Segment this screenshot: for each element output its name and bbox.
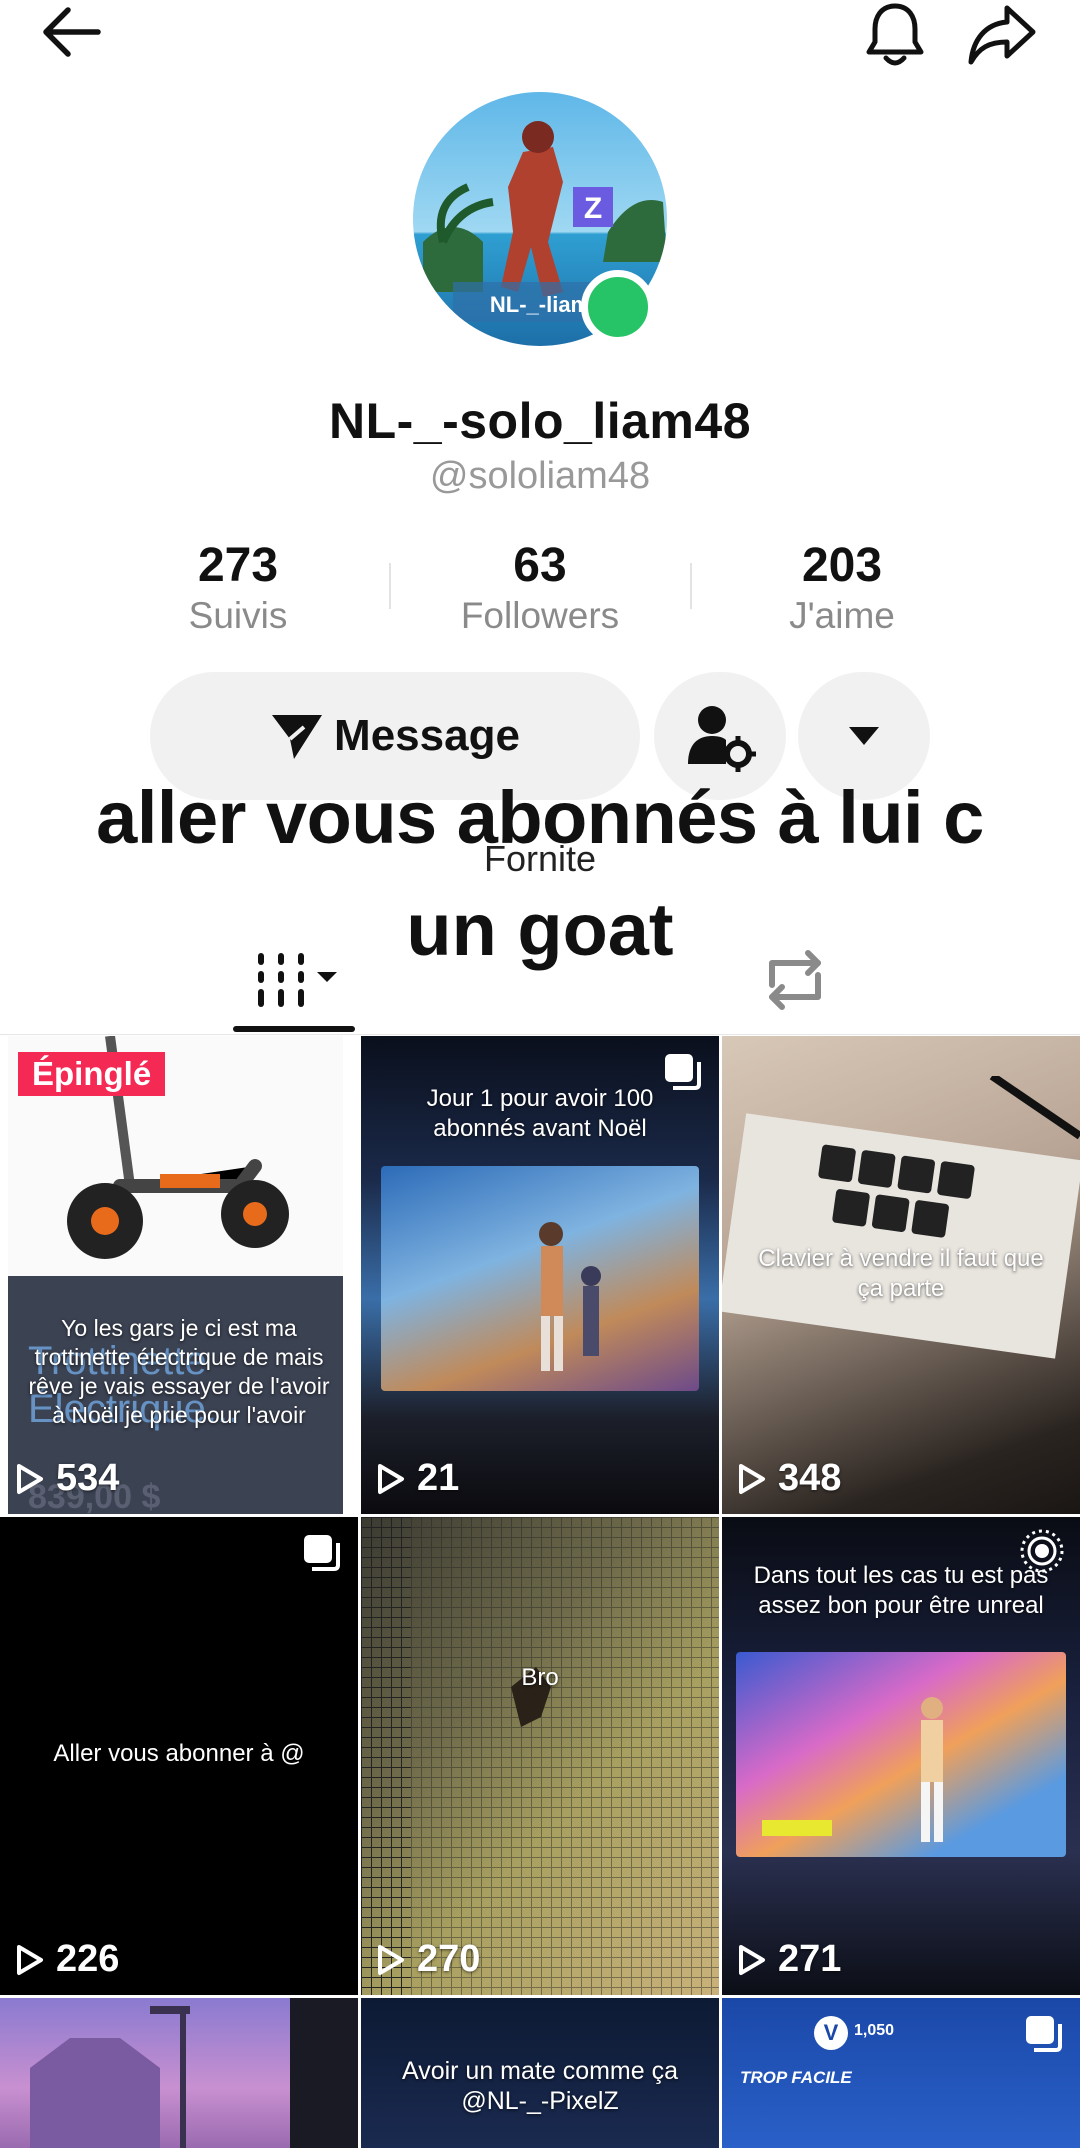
share-icon[interactable] (962, 0, 1042, 70)
video-tile-7[interactable] (0, 1998, 358, 2148)
video-caption: Jour 1 pour avoir 100 abonnés avant Noël (426, 1085, 654, 1142)
bell-icon[interactable] (860, 0, 930, 70)
stat-value: 203 (801, 539, 883, 592)
play-icon (739, 1463, 765, 1494)
multi-photo-icon (304, 1535, 340, 1571)
stat-label: Followers (460, 595, 620, 636)
tab-videos-grid[interactable] (230, 930, 360, 1030)
play-icon (739, 1944, 765, 1975)
view-count: 271 (738, 1938, 841, 1981)
mesh-screen-image (361, 1517, 719, 1995)
stat-value: 273 (197, 539, 279, 592)
video-tile-5[interactable]: Bro 270 (361, 1517, 719, 1995)
character-figure (921, 1697, 943, 1842)
play-icon (378, 1463, 404, 1494)
bio-small-text: Fornite (483, 838, 597, 879)
video-caption: TROP FACILE (740, 2068, 852, 2087)
stat-value: 63 (513, 539, 567, 592)
view-count: 270 (377, 1938, 480, 1981)
vbucks-amount: 1,050 (854, 2022, 895, 2039)
view-count: 534 (16, 1457, 119, 1500)
character-figure (539, 1222, 601, 1371)
avatar-text: NL-_-liam (490, 292, 590, 317)
view-count-value: 21 (417, 1457, 460, 1499)
vbucks-icon: V (814, 2016, 848, 2050)
play-icon (17, 1463, 43, 1494)
view-count: 21 (377, 1457, 459, 1500)
active-tab-indicator (233, 1026, 355, 1032)
stat-followers[interactable]: 63 Followers (390, 538, 690, 638)
message-button-label: Message (334, 711, 520, 760)
svg-text:Z: Z (584, 192, 602, 225)
stat-following[interactable]: 273 Suivis (88, 538, 388, 638)
tab-divider (0, 1034, 1080, 1035)
video-caption: Clavier à vendre il faut que ça parte (758, 1245, 1044, 1302)
video-caption: Aller vous abonner à @ (53, 1740, 305, 1767)
live-photo-icon (1020, 1529, 1064, 1573)
video-tile-9[interactable]: V 1,050 TROP FACILE (722, 1998, 1080, 2148)
pinned-badge: Épinglé (18, 1052, 166, 1096)
video-tile-3[interactable]: Clavier à vendre il faut que ça parte 34… (722, 1036, 1080, 1514)
view-count: 226 (16, 1938, 119, 1981)
multi-photo-icon (1026, 2016, 1062, 2052)
video-caption: Yo les gars je ci est ma trottinette éle… (28, 1315, 330, 1428)
play-icon (17, 1944, 43, 1975)
view-count-value: 348 (778, 1457, 842, 1499)
play-icon (378, 1944, 404, 1975)
view-count: 348 (738, 1457, 841, 1500)
video-tile-1[interactable]: Épinglé Trottinette Électrique... 839,00… (0, 1036, 358, 1514)
caret-down-icon (849, 727, 879, 745)
view-count-value: 271 (778, 1938, 842, 1980)
game-scene-image (30, 1998, 358, 2148)
person-gear-icon (688, 706, 756, 772)
tab-reposts[interactable] (740, 930, 850, 1030)
video-tile-4[interactable]: Aller vous abonner à @ 226 (0, 1517, 358, 1995)
video-caption: Avoir un mate comme ça @NL-_-PixelZ (401, 2057, 679, 2115)
stat-label: J'aime (789, 595, 895, 636)
view-count-value: 270 (417, 1938, 481, 1980)
stat-likes[interactable]: 203 J'aime (692, 538, 992, 638)
online-status-dot (581, 270, 655, 344)
repost-icon (769, 950, 821, 1010)
username-handle: @sololiam48 (429, 455, 651, 497)
video-caption: Bro (521, 1664, 559, 1691)
keyboard-image (722, 1076, 1080, 1359)
video-tile-6[interactable]: Dans tout les cas tu est pas assez bon p… (722, 1517, 1080, 1995)
send-icon (272, 715, 323, 759)
multi-photo-icon (665, 1054, 701, 1090)
view-count-value: 534 (56, 1457, 120, 1499)
bio-line-2: un goat (406, 888, 674, 971)
game-play-button-shape (762, 1820, 832, 1836)
view-count-value: 226 (56, 1938, 120, 1980)
video-tile-8[interactable]: Avoir un mate comme ça @NL-_-PixelZ (361, 1998, 719, 2148)
display-name: NL-_-solo_liam48 (328, 393, 751, 449)
back-arrow-icon[interactable] (30, 0, 110, 64)
stat-label: Suivis (188, 595, 288, 636)
grid-filter-icon (258, 953, 337, 1007)
video-tile-2[interactable]: Jour 1 pour avoir 100 abonnés avant Noël… (361, 1036, 719, 1514)
